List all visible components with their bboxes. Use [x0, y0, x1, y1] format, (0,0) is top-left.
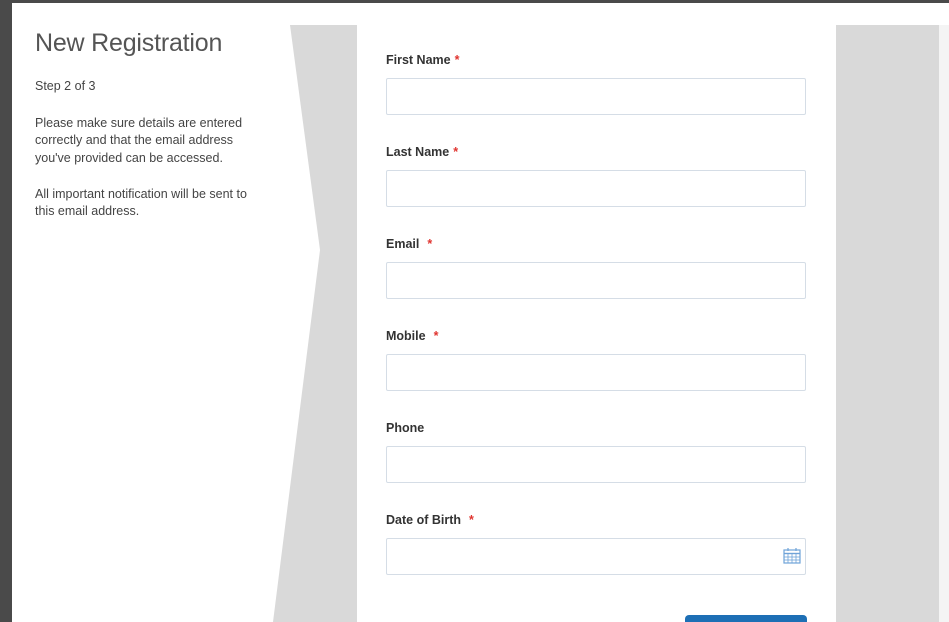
last-name-input[interactable]: [386, 170, 806, 207]
phone-input[interactable]: [386, 446, 806, 483]
window-frame-left: [0, 0, 12, 622]
registration-form: First Name * Last Name * Email * Mobile * Ph…: [357, 25, 836, 622]
notification-notice-text: All important notification will be sent …: [35, 186, 247, 219]
required-marker: *: [433, 329, 439, 343]
date-of-birth-input[interactable]: [386, 538, 806, 575]
last-name-label: Last Name *: [386, 145, 459, 159]
registration-info-panel: New Registration Step 2 of 3 Please make…: [35, 28, 265, 220]
email-label: Email *: [386, 237, 433, 251]
required-marker: *: [469, 513, 474, 527]
window-frame-right: [939, 25, 949, 622]
required-marker: *: [427, 237, 433, 251]
mobile-input[interactable]: [386, 354, 806, 391]
date-of-birth-field: Date of Birth *: [386, 512, 806, 575]
required-marker: *: [454, 53, 460, 67]
first-name-field: First Name *: [386, 52, 806, 115]
date-of-birth-label: Date of Birth *: [386, 513, 474, 527]
page-title: New Registration: [35, 29, 223, 57]
phone-label: Phone: [386, 421, 425, 435]
next-step-button[interactable]: [685, 615, 807, 622]
mobile-label: Mobile *: [386, 329, 439, 343]
instructions-text: Please make sure details are entered cor…: [35, 116, 243, 165]
first-name-label: First Name *: [386, 53, 460, 67]
decorative-side-panel-right: [836, 25, 939, 622]
last-name-field: Last Name *: [386, 144, 806, 207]
mobile-field: Mobile *: [386, 328, 806, 391]
phone-field: Phone: [386, 420, 806, 483]
step-indicator: Step 2 of 3: [35, 79, 96, 93]
required-marker: *: [453, 145, 459, 159]
calendar-icon[interactable]: [782, 547, 802, 565]
email-input[interactable]: [386, 262, 806, 299]
window-frame-top: [0, 0, 949, 3]
email-field: Email *: [386, 236, 806, 299]
first-name-input[interactable]: [386, 78, 806, 115]
decorative-side-panel-left: [270, 25, 360, 622]
date-of-birth-wrapper: [386, 538, 806, 575]
